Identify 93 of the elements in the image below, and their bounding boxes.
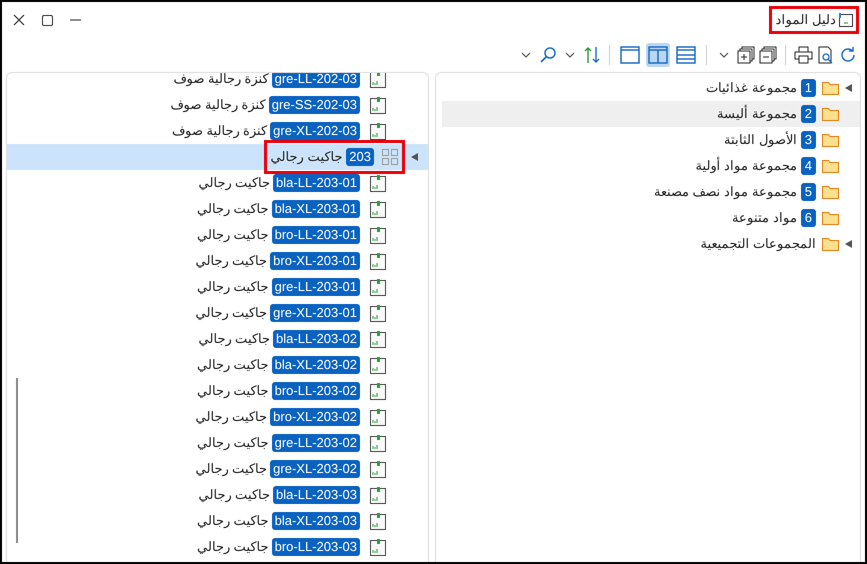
material-icon — [370, 122, 386, 140]
window-title: دليل المواد — [775, 11, 836, 30]
app-icon — [839, 13, 853, 27]
collapse-all-icon[interactable] — [759, 44, 777, 66]
code-badge: 203 — [346, 148, 374, 166]
material-icon — [370, 252, 386, 270]
code-badge: bla-XL-203-01 — [272, 200, 360, 218]
code-badge: bla-XL-203-02 — [272, 356, 360, 374]
group-number-badge: 4 — [800, 157, 816, 175]
scrollbar[interactable] — [16, 378, 18, 543]
code-badge: gre-LL-203-01 — [272, 278, 360, 296]
material-name: جاكيت رجالي — [196, 200, 269, 218]
material-icon — [370, 460, 386, 478]
code-badge: bro-LL-203-03 — [272, 538, 360, 556]
material-icon — [370, 96, 386, 114]
expand-arrow-icon[interactable] — [845, 84, 852, 92]
material-icon — [370, 174, 386, 192]
material-icon — [370, 73, 386, 88]
grid-icon — [382, 149, 398, 165]
group-name: مواد متنوعة — [732, 209, 797, 228]
folder-icon — [822, 237, 839, 251]
expand-all-icon[interactable] — [737, 44, 755, 66]
material-icon — [370, 200, 386, 218]
material-name: جاكيت رجالي — [196, 382, 269, 400]
code-badge: bla-LL-203-03 — [273, 486, 360, 504]
material-name: كنزة رجالية صوف — [173, 73, 269, 88]
material-icon — [370, 512, 386, 530]
material-name: جاكيت رجالي — [196, 538, 269, 556]
group-number-badge: 2 — [800, 105, 816, 123]
material-name: جاكيت رجالي — [196, 408, 268, 426]
folder-icon — [822, 159, 839, 173]
group-name: مجموعة مواد نصف مصنعة — [654, 183, 797, 202]
minimize-icon — [70, 19, 80, 21]
material-name: كنزة رجالية صوف — [172, 122, 268, 140]
group-name: مجموعة غذائيات — [706, 79, 797, 98]
code-badge: bla-LL-203-02 — [273, 330, 360, 348]
folder-icon — [822, 107, 839, 121]
material-icon — [370, 278, 386, 296]
code-badge: gre-LL-203-02 — [272, 434, 360, 452]
material-name: جاكيت رجالي — [196, 226, 269, 244]
sort-icon[interactable] — [583, 44, 601, 66]
material-name: كنزة رجالية صوف — [170, 96, 266, 114]
layout-button[interactable] — [646, 43, 670, 67]
code-badge: bro-LL-203-01 — [272, 226, 360, 244]
printer-icon[interactable] — [794, 44, 813, 66]
code-badge: bla-LL-203-01 — [273, 174, 360, 192]
group-number-badge: 3 — [800, 131, 816, 149]
expand-arrow-icon[interactable] — [411, 153, 418, 161]
group-name: جاكيت رجالي — [270, 148, 342, 166]
material-name: جاكيت رجالي — [196, 434, 269, 452]
material-name: جاكيت رجالي — [198, 486, 270, 504]
code-badge: gre-XL-203-01 — [270, 304, 360, 322]
code-badge: gre-XL-202-03 — [270, 122, 360, 140]
close-button[interactable] — [12, 13, 26, 27]
material-name: جاكيت رجالي — [196, 512, 269, 530]
print-preview-icon[interactable] — [817, 44, 835, 66]
code-badge: gre-LL-202-03 — [272, 73, 360, 88]
group-name: الأصول الثابتة — [724, 130, 797, 150]
material-icon — [370, 434, 386, 452]
material-icon — [370, 356, 386, 374]
material-icon — [370, 304, 386, 322]
material-icon — [370, 226, 386, 244]
material-name: جاكيت رجالي — [198, 330, 270, 348]
material-icon — [370, 486, 386, 504]
code-badge: bro-XL-203-02 — [270, 408, 360, 426]
folder-icon — [822, 133, 839, 147]
maximize-button[interactable] — [40, 13, 54, 27]
code-badge: gre-XL-203-02 — [270, 460, 360, 478]
group-number-badge: 1 — [800, 79, 816, 97]
material-name: جاكيت رجالي — [196, 356, 269, 374]
group-number-badge: 6 — [800, 209, 816, 227]
code-badge: bro-LL-203-02 — [272, 382, 360, 400]
material-name: جاكيت رجالي — [196, 278, 269, 296]
folder-icon — [822, 211, 839, 225]
group-name: مجموعة أليسة — [717, 104, 797, 124]
group-name: المجموعات التجميعية — [700, 235, 816, 254]
group-row[interactable]: المجموعات التجميعية — [442, 231, 860, 257]
folder-icon — [822, 185, 839, 199]
material-name: جاكيت رجالي — [196, 460, 268, 478]
material-icon — [370, 382, 386, 400]
group-name: مجموعة مواد أولية — [696, 156, 797, 176]
material-icon — [370, 538, 386, 556]
group-number-badge: 5 — [800, 183, 816, 201]
code-badge: bla-XL-203-03 — [272, 512, 360, 530]
code-badge: bro-XL-203-01 — [270, 252, 360, 270]
material-name: جاكيت رجالي — [198, 174, 270, 192]
folder-icon — [822, 81, 839, 95]
code-badge: gre-SS-202-03 — [268, 96, 360, 114]
material-icon — [370, 330, 386, 348]
expand-arrow-icon[interactable] — [845, 240, 852, 248]
material-name: جاكيت رجالي — [196, 304, 268, 322]
material-icon — [370, 408, 386, 426]
material-name: جاكيت رجالي — [196, 252, 268, 270]
